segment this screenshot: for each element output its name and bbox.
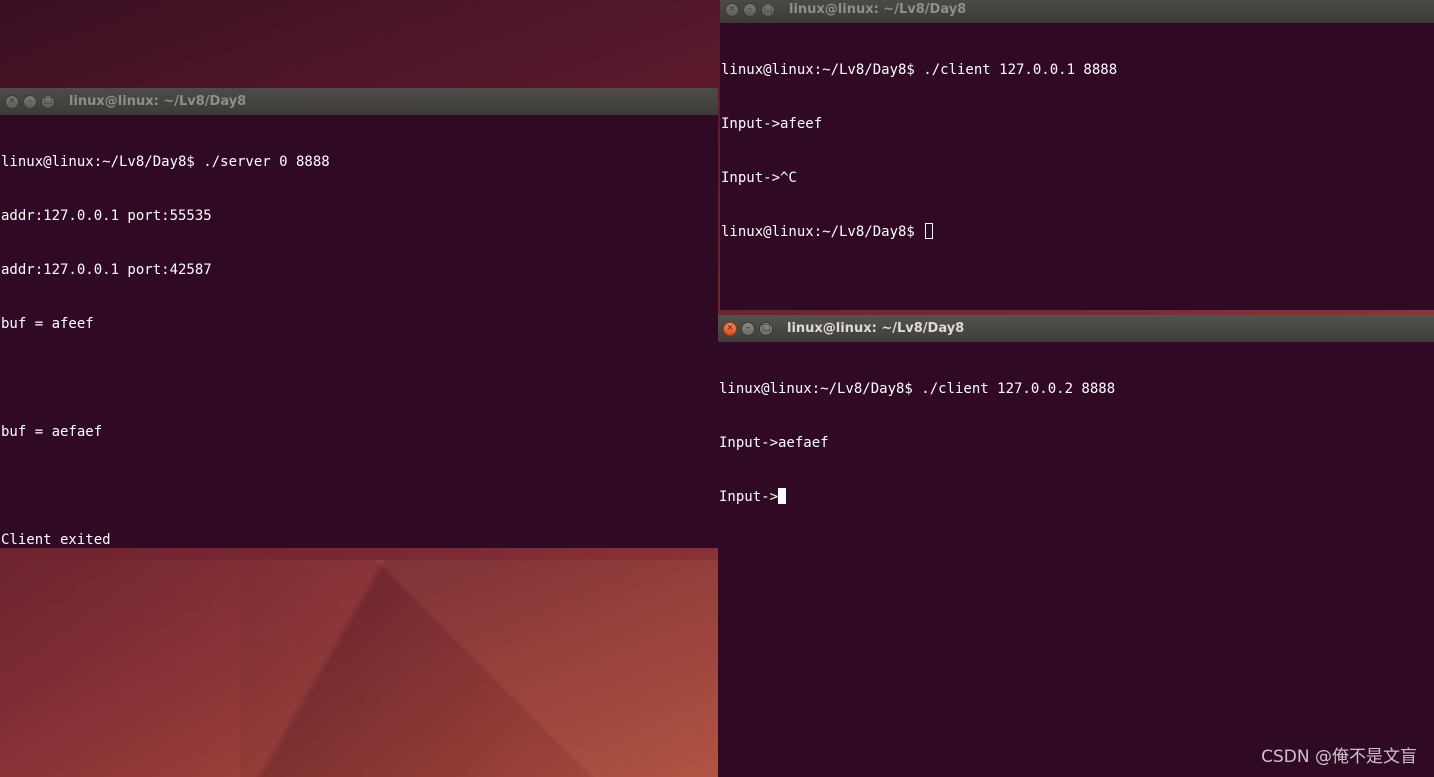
terminal-output[interactable]: linux@linux:~/Lv8/Day8$ ./client 127.0.0… [720,25,1434,310]
window-title: linux@linux: ~/Lv8/Day8 [787,321,965,336]
text-cursor [925,223,934,239]
window-title: linux@linux: ~/Lv8/Day8 [789,2,967,17]
minimize-icon[interactable]: – [743,2,757,17]
server-terminal-window[interactable]: × – □ linux@linux: ~/Lv8/Day8 linux@linu… [0,88,718,548]
terminal-line: addr:127.0.0.1 port:42587 [1,262,212,278]
close-icon[interactable]: × [5,94,19,109]
terminal-line: linux@linux:~/Lv8/Day8$ ./client 127.0.0… [721,62,1118,78]
terminal-output[interactable]: linux@linux:~/Lv8/Day8$ ./server 0 8888 … [0,117,718,548]
client1-titlebar[interactable]: × – □ linux@linux: ~/Lv8/Day8 [720,0,1434,23]
maximize-icon[interactable]: □ [41,94,55,109]
terminal-output[interactable]: linux@linux:~/Lv8/Day8$ ./client 127.0.0… [718,344,1434,777]
client2-titlebar[interactable]: × – □ linux@linux: ~/Lv8/Day8 [718,315,1434,342]
server-titlebar[interactable]: × – □ linux@linux: ~/Lv8/Day8 [0,88,718,115]
shell-prompt: linux@linux:~/Lv8/Day8$ [721,224,924,240]
text-cursor [778,488,787,504]
csdn-watermark: CSDN @俺不是文盲 [1261,747,1417,767]
maximize-icon[interactable]: □ [759,321,773,336]
terminal-line: Input->aefaef [719,435,829,451]
terminal-line: buf = afeef [1,316,94,332]
terminal-line: Input->afeef [721,116,823,132]
close-icon[interactable]: × [725,2,739,17]
maximize-icon[interactable]: □ [761,2,775,17]
terminal-line: addr:127.0.0.1 port:55535 [1,208,212,224]
terminal-line: linux@linux:~/Lv8/Day8$ ./server 0 8888 [1,154,330,170]
minimize-icon[interactable]: – [741,321,755,336]
minimize-icon[interactable]: – [23,94,37,109]
terminal-line: buf = aefaef [1,424,103,440]
close-icon[interactable]: × [723,321,737,336]
terminal-line: Input->^C [721,170,797,186]
prompt-line: Input-> [719,488,1434,506]
client2-terminal-window[interactable]: × – □ linux@linux: ~/Lv8/Day8 linux@linu… [718,315,1434,777]
wallpaper-shape [240,560,720,777]
wallpaper-shape [0,560,720,777]
prompt-line: linux@linux:~/Lv8/Day8$ [721,223,1434,241]
terminal-line: Client exited [1,532,111,548]
input-prompt: Input-> [719,489,779,505]
window-title: linux@linux: ~/Lv8/Day8 [69,94,247,109]
client1-terminal-window[interactable]: × – □ linux@linux: ~/Lv8/Day8 linux@linu… [720,0,1434,310]
terminal-line: linux@linux:~/Lv8/Day8$ ./client 127.0.0… [719,381,1116,397]
